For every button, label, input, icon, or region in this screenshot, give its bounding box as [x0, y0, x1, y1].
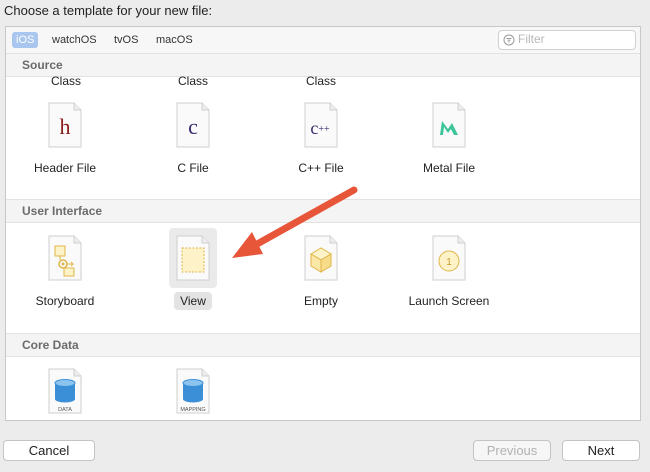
template-launch-screen[interactable]: 1 Launch Screen [393, 228, 505, 324]
template-panel: iOS watchOS tvOS macOS Source Class Clas… [5, 26, 641, 421]
svg-text:h: h [60, 114, 71, 139]
tab-macos[interactable]: macOS [152, 32, 197, 48]
template-header-file[interactable]: h Header File [9, 95, 121, 191]
storyboard-icon [44, 234, 86, 282]
partial-label: Class [305, 74, 336, 88]
template-metal-file[interactable]: Metal File [393, 95, 505, 191]
template-label: Header File [33, 161, 97, 175]
template-label: C++ File [298, 161, 344, 175]
c-file-icon: c [172, 101, 214, 149]
filter-icon [503, 34, 515, 49]
template-storyboard[interactable]: Storyboard [9, 228, 121, 324]
cpp-file-icon: c++ [300, 101, 342, 149]
template-view[interactable]: View [137, 228, 249, 324]
template-label: Storyboard [35, 294, 95, 308]
svg-text:MAPPING: MAPPING [180, 407, 205, 413]
template-label: Empty [303, 294, 338, 308]
tab-watchos[interactable]: watchOS [48, 32, 101, 48]
dialog-title: Choose a template for your new file: [4, 3, 213, 18]
cancel-button[interactable]: Cancel [3, 440, 95, 461]
section-header-core-data: Core Data [6, 333, 640, 357]
next-button[interactable]: Next [562, 440, 640, 461]
template-cpp-file[interactable]: c++ C++ File [265, 95, 377, 191]
tab-ios[interactable]: iOS [12, 32, 39, 48]
tab-tvos[interactable]: tvOS [110, 32, 142, 48]
empty-icon [300, 234, 342, 282]
svg-text:DATA: DATA [58, 407, 72, 413]
template-data-model[interactable]: DATA [9, 361, 121, 420]
previous-button[interactable]: Previous [473, 440, 551, 461]
template-label: View [137, 292, 249, 310]
metal-file-icon [428, 101, 470, 149]
partial-label: Class [177, 74, 208, 88]
template-label: C File [177, 161, 209, 175]
svg-text:1: 1 [446, 257, 452, 268]
data-model-icon: DATA [44, 367, 86, 415]
template-label: Metal File [422, 161, 475, 175]
section-header-user-interface: User Interface [6, 199, 640, 223]
template-label-text: View [174, 292, 212, 310]
header-file-icon: h [44, 101, 86, 149]
partial-label: Class [50, 74, 81, 88]
view-icon [172, 234, 214, 282]
template-c-file[interactable]: c C File [137, 95, 249, 191]
mapping-model-icon: MAPPING [172, 367, 214, 415]
filter-field[interactable] [498, 30, 636, 50]
platform-bar: iOS watchOS tvOS macOS [6, 27, 640, 54]
svg-text:c: c [188, 114, 198, 139]
template-label: Launch Screen [408, 294, 490, 308]
filter-input[interactable] [518, 32, 628, 46]
template-mapping-model[interactable]: MAPPING [137, 361, 249, 420]
template-empty[interactable]: Empty [265, 228, 377, 324]
launch-screen-icon: 1 [428, 234, 470, 282]
